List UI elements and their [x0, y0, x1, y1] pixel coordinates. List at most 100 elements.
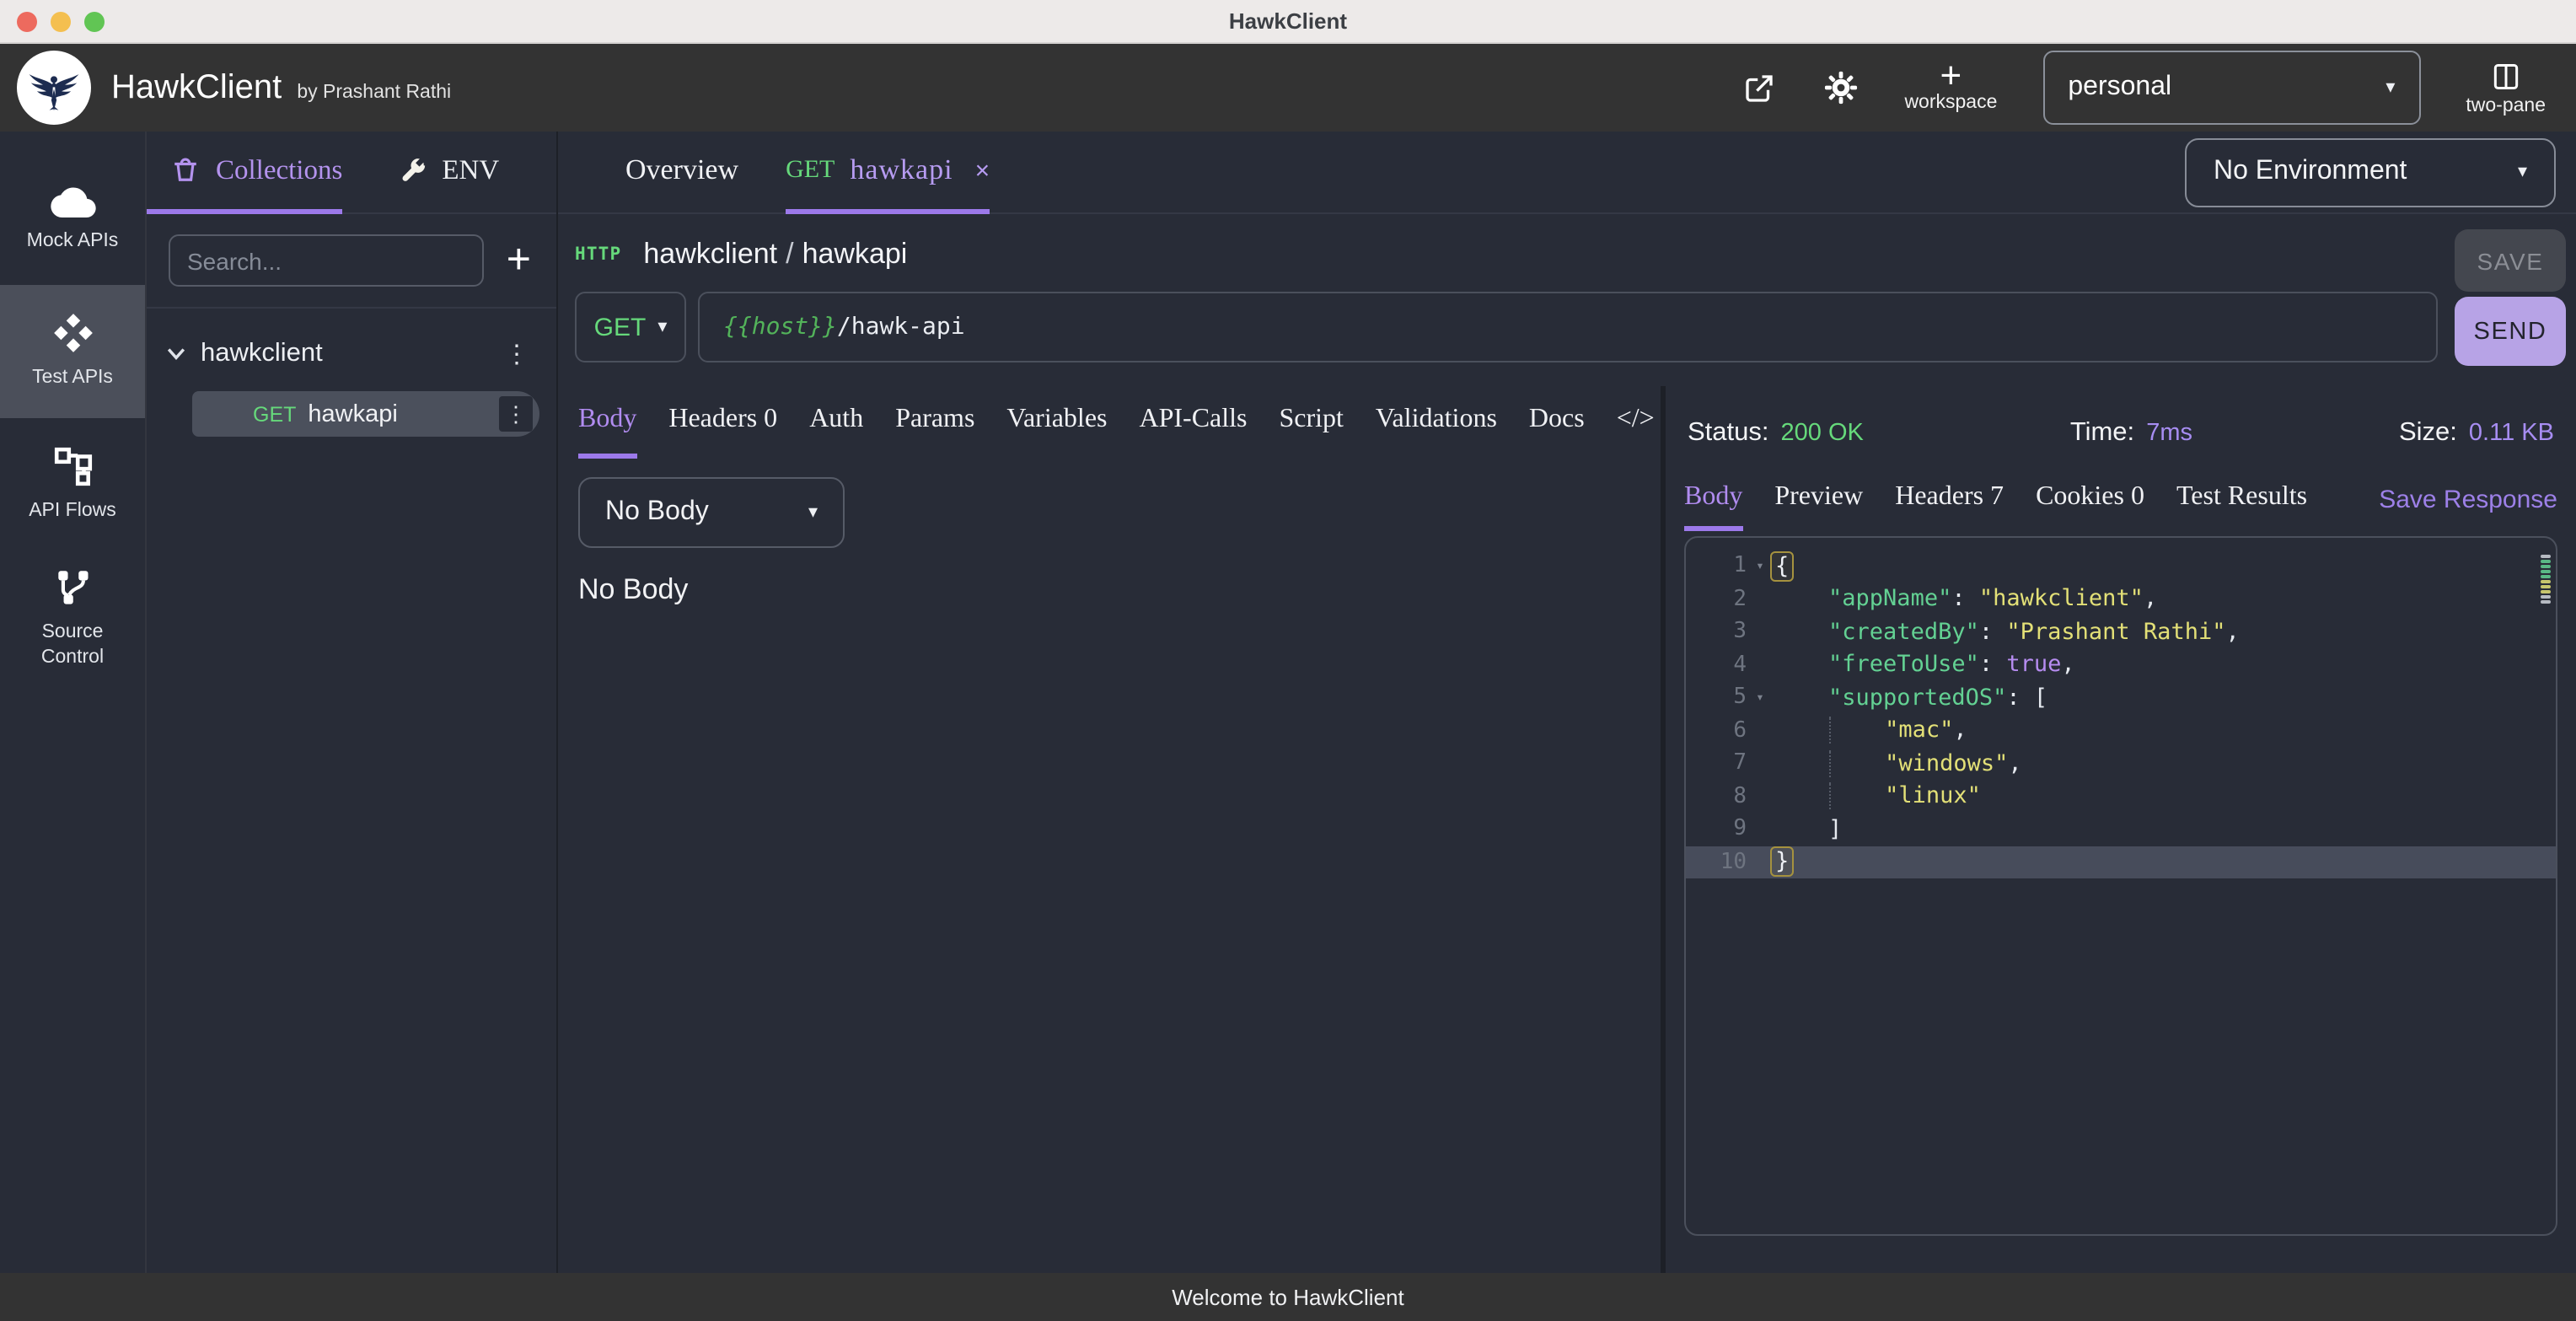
macos-titlebar: HawkClient [0, 0, 2576, 44]
fold-toggle-icon[interactable]: ▾ [1747, 690, 1774, 706]
request-tab-api-calls[interactable]: API-Calls [1139, 386, 1247, 459]
request-header: HTTP hawkclient/hawkapi GET ▾ {{host}}/h… [558, 214, 2576, 386]
code-line[interactable]: 9 ] [1686, 813, 2556, 846]
size-value: 0.11 KB [2469, 420, 2554, 447]
url-variable: {{host}} [723, 314, 837, 341]
sidebar-item-api-flows[interactable]: API Flows [0, 418, 145, 551]
environment-select[interactable]: No Environment ▾ [2185, 137, 2556, 207]
wrench-icon [398, 156, 427, 185]
request-tab-docs[interactable]: Docs [1529, 386, 1585, 459]
editor-minimap[interactable] [2541, 555, 2551, 604]
app-window: HawkClient HawkClient by Prashant Rathi [0, 0, 2576, 1321]
search-input[interactable] [169, 234, 485, 287]
app-logo [17, 51, 91, 125]
response-status-row: Status:200 OK Time:7ms Size:0.11 KB [1681, 386, 2561, 467]
app-header: HawkClient by Prashant Rathi [0, 44, 2576, 132]
collection-name: hawkclient [201, 339, 323, 369]
workspace-select[interactable]: personal ▾ [2042, 51, 2420, 125]
main-content: Mock APIs Test APIs [0, 132, 2576, 1273]
response-body-editor[interactable]: 1▾{2 "appName": "hawkclient",3 "createdB… [1684, 536, 2557, 1236]
code-line[interactable]: 2 "appName": "hawkclient", [1686, 583, 2556, 615]
save-response-button[interactable]: Save Response [2379, 485, 2557, 513]
request-tab-auth[interactable]: Auth [809, 386, 863, 459]
open-external-button[interactable] [1741, 70, 1776, 105]
chevron-down-icon: ▾ [808, 503, 818, 522]
two-pane-icon [2490, 60, 2522, 92]
chevron-down-icon [167, 347, 185, 361]
external-link-icon [1741, 70, 1776, 105]
tab-overview[interactable]: Overview [625, 132, 738, 214]
response-tab-cookies[interactable]: Cookies 0 [2036, 467, 2144, 531]
request-name: hawkapi [308, 400, 397, 427]
close-tab-icon[interactable]: × [975, 156, 990, 185]
tab-env[interactable]: ENV [342, 132, 556, 214]
time-label: Time: [2070, 418, 2134, 447]
add-collection-button[interactable]: + [503, 239, 534, 282]
settings-button[interactable] [1822, 69, 1859, 106]
collections-search-row: + [147, 214, 556, 309]
app-title: HawkClient by Prashant Rathi [111, 68, 451, 107]
chevron-down-icon: ▾ [657, 318, 667, 336]
sidebar-item-mock-apis[interactable]: Mock APIs [0, 152, 145, 285]
tab-collections[interactable]: Collections [147, 132, 342, 214]
request-tab-headers[interactable]: Headers 0 [668, 386, 777, 459]
cloud-icon [50, 184, 95, 217]
response-tab-preview[interactable]: Preview [1774, 467, 1863, 531]
plus-icon: + [1940, 62, 1962, 89]
two-pane-label: two-pane [2466, 95, 2546, 115]
request-tab-params[interactable]: Params [895, 386, 974, 459]
breadcrumb-request: hawkapi [802, 238, 908, 270]
git-branch-icon [51, 567, 94, 609]
request-pane: Body Headers 0 Auth Params Variables API… [558, 386, 1666, 1273]
response-tab-headers[interactable]: Headers 7 [1895, 467, 2004, 531]
response-tab-test-results[interactable]: Test Results [2176, 467, 2307, 531]
code-line[interactable]: 10} [1686, 846, 2556, 878]
request-tabs: Body Headers 0 Auth Params Variables API… [578, 386, 1661, 459]
code-line[interactable]: 7 "windows", [1686, 747, 2556, 780]
diamonds-icon [51, 313, 94, 355]
code-line[interactable]: 1▾{ [1686, 550, 2556, 583]
app-byline: by Prashant Rathi [297, 82, 451, 102]
code-line[interactable]: 3 "createdBy": "Prashant Rathi", [1686, 615, 2556, 648]
url-input[interactable]: {{host}}/hawk-api [698, 292, 2438, 362]
request-tab-body[interactable]: Body [578, 386, 636, 459]
code-line[interactable]: 8 "linux" [1686, 780, 2556, 813]
app-name: HawkClient [111, 68, 282, 107]
breadcrumb-collection: hawkclient [643, 238, 777, 270]
environment-select-value: No Environment [2214, 157, 2407, 187]
tab-request-hawkapi[interactable]: GET hawkapi × [786, 132, 990, 214]
save-button[interactable]: SAVE [2455, 229, 2566, 292]
code-line[interactable]: 5▾ "supportedOS": [ [1686, 681, 2556, 714]
response-pane: Status:200 OK Time:7ms Size:0.11 KB Body… [1666, 386, 2576, 1273]
code-line[interactable]: 4 "freeToUse": true, [1686, 648, 2556, 681]
add-workspace-label: workspace [1904, 93, 1997, 113]
workspace-select-value: personal [2068, 72, 2171, 103]
workspace-panel: Overview GET hawkapi × No Environment ▾ … [558, 132, 2576, 1273]
send-button[interactable]: SEND [2455, 297, 2566, 366]
request-node-selected[interactable]: GET hawkapi ⋮ [192, 391, 539, 437]
sidebar-item-test-apis[interactable]: Test APIs [0, 285, 145, 418]
collection-node[interactable]: hawkclient ⋮ [164, 329, 543, 379]
body-type-select[interactable]: No Body ▾ [578, 477, 845, 548]
method-select[interactable]: GET ▾ [575, 292, 686, 362]
response-body-code: 1▾{2 "appName": "hawkclient",3 "createdB… [1686, 550, 2556, 878]
tab-name: hawkapi [850, 153, 953, 187]
collections-panel: Collections ENV + hawkclient [147, 132, 558, 1273]
add-workspace-button[interactable]: + workspace [1904, 62, 1997, 113]
request-tab-script[interactable]: Script [1279, 386, 1343, 459]
code-line[interactable]: 6 "mac", [1686, 714, 2556, 747]
tab-method-badge: GET [786, 156, 835, 185]
response-tab-body[interactable]: Body [1684, 467, 1742, 531]
request-tab-variables[interactable]: Variables [1006, 386, 1107, 459]
breadcrumb: HTTP hawkclient/hawkapi [575, 233, 2438, 277]
body-empty-message: No Body [578, 573, 1661, 607]
request-tab-validations[interactable]: Validations [1376, 386, 1497, 459]
protocol-badge: HTTP [575, 244, 621, 265]
two-pane-toggle[interactable]: two-pane [2466, 60, 2546, 115]
sidebar-item-source-control[interactable]: Source Control [0, 551, 145, 685]
url-path: /hawk-api [837, 314, 965, 341]
window-title: HawkClient [0, 8, 2576, 34]
request-menu-button[interactable]: ⋮ [499, 396, 533, 432]
request-tab-code[interactable]: </> [1617, 386, 1655, 459]
collection-menu-button[interactable]: ⋮ [491, 341, 543, 367]
